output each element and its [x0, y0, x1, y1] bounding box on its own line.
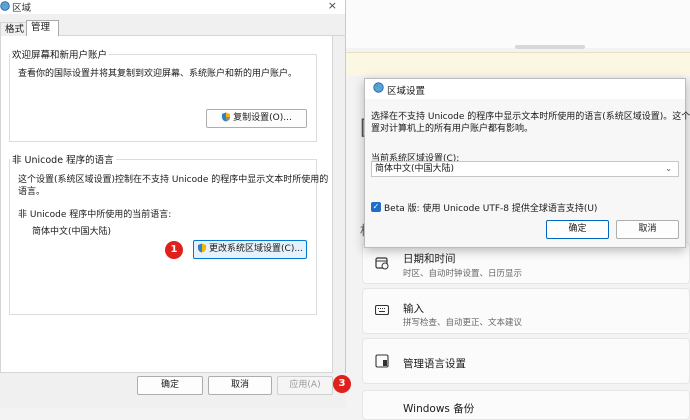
locale-dialog-body: 选择在不支持 Unicode 的程序中显示文本时所使用的语言(系统区域设置)。这…: [365, 99, 690, 247]
region-tabs: 格式 管理: [0, 20, 346, 37]
tab-administrative[interactable]: 管理: [26, 20, 59, 37]
region-footer: 确定 取消 应用(A): [0, 373, 346, 408]
locale-description-line2: 置对计算机上的所有用户账户都有影响。: [371, 124, 534, 134]
administrative-pane: 欢迎屏幕和新用户账户 查看你的国际设置并将其复制到欢迎屏幕、系统账户和新的用户账…: [0, 36, 333, 373]
current-language-value: 简体中文(中国大陆): [32, 227, 112, 237]
globe-icon: [373, 82, 384, 96]
locale-cancel-button[interactable]: 取消: [616, 220, 679, 239]
keyboard-icon: [374, 304, 390, 318]
settings-top-area: [345, 0, 690, 48]
region-settings-dialog: 区域设置 选择在不支持 Unicode 的程序中显示文本时所使用的语言(系统区域…: [364, 78, 690, 248]
region-dialog-title: 区域: [12, 3, 32, 14]
welcome-group-legend: 欢迎屏幕和新用户账户: [10, 47, 110, 61]
settings-card-language-admin[interactable]: 管理语言设置: [362, 338, 690, 384]
current-language-label: 非 Unicode 程序中所使用的当前语言:: [18, 210, 172, 220]
card-title: Windows 备份: [403, 403, 475, 415]
copy-settings-label: 复制设置(O)...: [233, 113, 292, 123]
card-subtitle: 时区、自动时钟设置、日历显示: [403, 269, 523, 279]
system-locale-select[interactable]: 简体中文(中国大陆) ⌄: [371, 161, 679, 177]
uac-shield-icon: [222, 112, 231, 122]
calendar-clock-icon: [375, 256, 389, 270]
locale-dialog-title: 区域设置: [387, 86, 426, 97]
settings-banner: [345, 45, 690, 76]
tab-formats[interactable]: 格式: [0, 22, 30, 37]
card-subtitle: 拼写检查、自动更正、文本建议: [403, 318, 523, 328]
chevron-down-icon: ⌄: [665, 164, 672, 173]
step-badge-3: 3: [333, 375, 351, 393]
close-icon[interactable]: ×: [328, 0, 337, 12]
region-titlebar: 区域 ×: [0, 0, 345, 14]
card-title: 日期和时间: [403, 253, 456, 265]
copy-settings-button[interactable]: 复制设置(O)...: [206, 109, 307, 128]
system-locale-value: 简体中文(中国大陆): [375, 164, 455, 174]
apply-button[interactable]: 应用(A): [277, 376, 333, 395]
globe-icon: [0, 1, 10, 14]
non-unicode-description-line2: 语言。: [18, 187, 46, 197]
non-unicode-description-line1: 这个设置(系统区域设置)控制在不支持 Unicode 的程序中显示文本时所使用的: [18, 175, 329, 185]
welcome-description: 查看你的国际设置并将其复制到欢迎屏幕、系统账户和新的用户账户。: [18, 69, 298, 79]
uac-shield-icon: [198, 243, 207, 253]
beta-utf8-label: Beta 版: 使用 Unicode UTF-8 提供全球语言支持(U): [384, 204, 598, 214]
settings-card-backup[interactable]: Windows 备份: [362, 390, 690, 420]
card-title: 输入: [403, 303, 424, 315]
ok-button[interactable]: 确定: [137, 376, 203, 395]
card-title: 管理语言设置: [403, 358, 466, 370]
locale-ok-button[interactable]: 确定: [546, 220, 609, 239]
language-settings-icon: [375, 354, 389, 368]
locale-titlebar: 区域设置: [365, 79, 685, 99]
non-unicode-group-legend: 非 Unicode 程序的语言: [10, 152, 116, 166]
change-system-locale-label: 更改系统区域设置(C)...: [209, 244, 303, 254]
beta-utf8-checkbox[interactable]: ✓: [371, 202, 381, 212]
change-system-locale-button[interactable]: 更改系统区域设置(C)...: [193, 240, 307, 259]
settings-card-date-time[interactable]: 日期和时间 时区、自动时钟设置、日历显示: [362, 242, 690, 284]
region-dialog: 区域 × 格式 管理 欢迎屏幕和新用户账户 查看你的国际设置并将其复制到欢迎屏幕…: [0, 0, 346, 408]
step-badge-1: 1: [165, 241, 183, 259]
cancel-button[interactable]: 取消: [208, 376, 272, 395]
settings-card-input[interactable]: 输入 拼写检查、自动更正、文本建议: [362, 288, 690, 334]
